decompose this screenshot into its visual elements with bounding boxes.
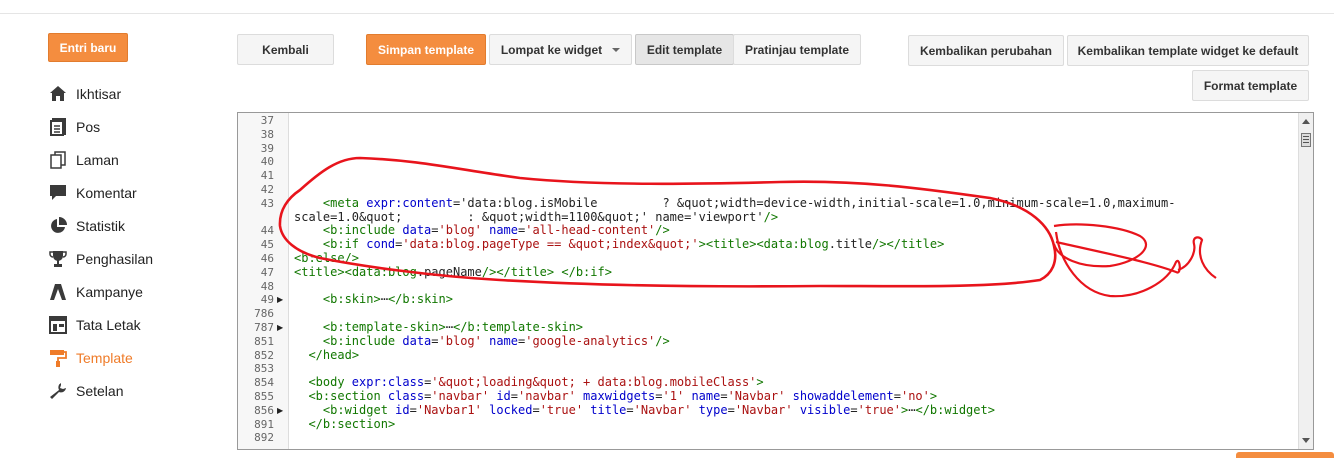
- line-number: 851: [254, 334, 274, 348]
- pie-chart-icon: [48, 216, 68, 236]
- line-number: 45: [260, 238, 274, 252]
- sidebar-item-label: Kampanye: [76, 283, 143, 300]
- sidebar-item-label: Template: [76, 349, 133, 366]
- line-number: 38: [260, 127, 274, 141]
- code-line: <b:else/>: [294, 251, 360, 265]
- sidebar-item-label: Komentar: [76, 184, 137, 201]
- sidebar-item-label: Statistik: [76, 217, 126, 234]
- fold-arrow-icon[interactable]: ▶: [277, 293, 283, 307]
- line-number: 39: [260, 141, 274, 155]
- format-template-button[interactable]: Format template: [1192, 70, 1309, 101]
- paint-roller-icon: [48, 348, 68, 368]
- line-number: 47: [260, 265, 274, 279]
- sidebar-item-label: Penghasilan: [76, 250, 154, 267]
- sidebar-item-comments[interactable]: Komentar: [48, 176, 153, 209]
- sidebar-item-layout[interactable]: Tata Letak: [48, 308, 153, 341]
- top-divider: [0, 13, 1334, 14]
- line-number: 46: [260, 252, 274, 265]
- home-icon: [48, 84, 68, 104]
- comment-icon: [48, 183, 68, 203]
- line-number: 853: [254, 362, 274, 376]
- sidebar-item-label: Laman: [76, 151, 119, 168]
- sidebar-item-earnings[interactable]: Penghasilan: [48, 242, 153, 275]
- posts-icon: [48, 117, 68, 137]
- sidebar-item-label: Pos: [76, 118, 101, 135]
- code-line: <title><data:blog.pageName/></title> </b…: [294, 264, 612, 279]
- code-line: <b:include data='blog' name='google-anal…: [322, 333, 670, 348]
- corner-accent: [1236, 452, 1334, 458]
- line-number: 787: [254, 321, 274, 334]
- code-line: </b:section>: [308, 416, 396, 431]
- code-line: <meta expr:content='data:blog.isMobile ?…: [322, 195, 1176, 210]
- sidebar-item-posts[interactable]: Pos: [48, 110, 153, 143]
- line-number: 854: [254, 376, 274, 390]
- sidebar-item-settings[interactable]: Setelan: [48, 374, 153, 407]
- sidebar-nav: Ikhtisar Pos Laman Komentar Statistik Pe…: [48, 77, 153, 407]
- edit-template-tab[interactable]: Edit template: [635, 34, 734, 65]
- line-number: 37: [260, 114, 274, 127]
- preview-template-tab[interactable]: Pratinjau template: [733, 34, 861, 65]
- sidebar-item-label: Ikhtisar: [76, 85, 122, 102]
- code-line: scale=1.0&quot; : &quot;width=1100&quot;…: [294, 209, 779, 224]
- code-editor[interactable]: 37 38 39 40 41 42 43 <meta expr:content='data:…: [237, 112, 1314, 450]
- sidebar-item-label: Tata Letak: [76, 316, 141, 333]
- line-number: 852: [254, 348, 274, 362]
- line-number: 892: [254, 431, 274, 445]
- line-number: 44: [260, 224, 274, 238]
- page-icon: [48, 150, 68, 170]
- line-number: 856: [254, 403, 274, 417]
- line-number: 855: [254, 390, 274, 403]
- campaign-icon: [48, 282, 68, 302]
- editor-scrollbar[interactable]: [1298, 113, 1313, 449]
- code-line: <b:if cond='data:blog.pageType == &quot;…: [322, 237, 945, 252]
- line-number: 40: [260, 155, 274, 169]
- line-number: 891: [254, 417, 274, 431]
- code-line: <b:section class='navbar' id='navbar' ma…: [308, 389, 938, 403]
- back-button[interactable]: Kembali: [237, 34, 334, 65]
- save-template-button[interactable]: Simpan template: [366, 34, 486, 65]
- revert-changes-button[interactable]: Kembalikan perubahan: [908, 35, 1064, 66]
- new-post-button[interactable]: Entri baru: [48, 33, 128, 62]
- scroll-down-arrow-icon[interactable]: [1302, 438, 1310, 443]
- chevron-down-icon: [612, 47, 621, 52]
- sidebar-item-label: Setelan: [76, 382, 124, 399]
- code-line: <b:include data='blog' name='all-head-co…: [322, 223, 670, 238]
- line-number: 786: [254, 307, 274, 321]
- layout-icon: [48, 315, 68, 335]
- sidebar-item-campaigns[interactable]: Kampanye: [48, 275, 153, 308]
- sidebar-item-template[interactable]: Template: [48, 341, 153, 374]
- jump-to-widget-dropdown[interactable]: Lompat ke widget: [489, 34, 632, 65]
- revert-widget-template-button[interactable]: Kembalikan template widget ke default: [1067, 35, 1309, 66]
- code-line: <body expr:class='&quot;loading&quot; + …: [308, 375, 764, 390]
- line-number: 49: [260, 293, 274, 307]
- line-number: 48: [260, 279, 274, 293]
- fold-arrow-icon[interactable]: ▶: [277, 404, 283, 418]
- line-number: 41: [260, 169, 274, 183]
- code-line: <b:template-skin>⋯</b:template-skin>: [322, 320, 584, 334]
- scroll-up-arrow-icon[interactable]: [1302, 119, 1310, 124]
- jump-to-widget-label: Lompat ke widget: [500, 42, 603, 57]
- sidebar-item-stats[interactable]: Statistik: [48, 209, 153, 242]
- code-line: <b:widget id='Navbar1' locked='true' tit…: [322, 402, 995, 417]
- sidebar-item-pages[interactable]: Laman: [48, 143, 153, 176]
- code-line: <b:skin>⋯</b:skin>: [322, 292, 453, 307]
- sidebar-item-overview[interactable]: Ikhtisar: [48, 77, 153, 110]
- line-number: 43: [260, 196, 274, 210]
- code-line: </head>: [308, 347, 360, 362]
- wrench-icon: [48, 381, 68, 401]
- scroll-thumb[interactable]: [1301, 133, 1311, 147]
- fold-arrow-icon[interactable]: ▶: [277, 321, 283, 335]
- trophy-icon: [48, 249, 68, 269]
- line-number: 42: [260, 183, 274, 196]
